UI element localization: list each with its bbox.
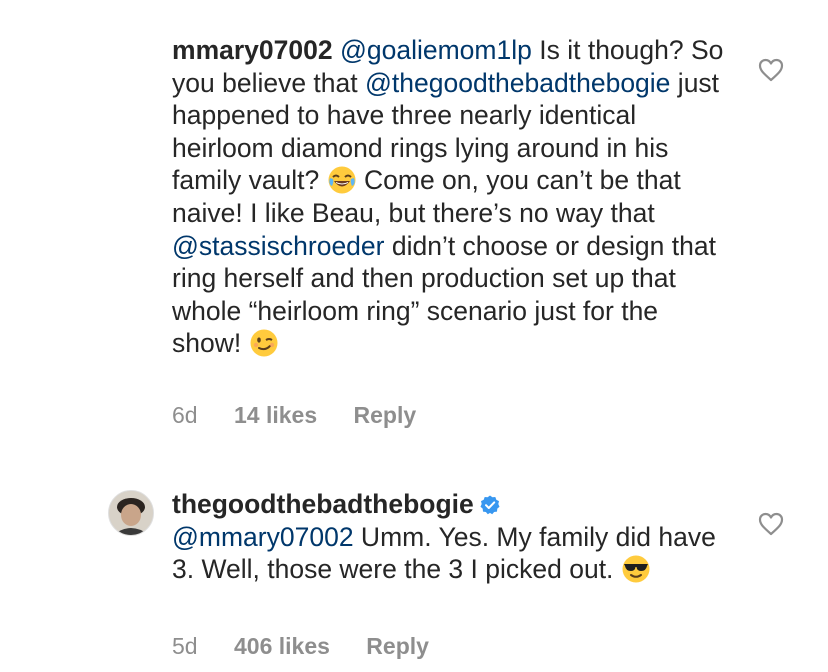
comment-meta: 5d 406 likes Reply: [172, 633, 459, 660]
comment-likes[interactable]: 14 likes: [234, 402, 317, 429]
comment-text: thegoodthebadthebogie @mmary07002 Umm. Y…: [172, 488, 732, 586]
reply-button[interactable]: Reply: [354, 402, 417, 429]
smiling-face-with-sunglasses-icon: [622, 555, 650, 583]
comment-meta: 6d 14 likes Reply: [172, 402, 446, 429]
reply-button[interactable]: Reply: [366, 633, 429, 660]
avatar[interactable]: [108, 490, 154, 536]
comment-username[interactable]: mmary07002: [172, 35, 333, 65]
heart-icon[interactable]: [758, 512, 784, 536]
comment-username[interactable]: thegoodthebadthebogie: [172, 489, 474, 519]
comment-time[interactable]: 6d: [172, 402, 198, 429]
mention-link[interactable]: @goaliemom1lp: [340, 35, 532, 65]
face-with-tears-of-joy-icon: [328, 166, 356, 194]
comment-time[interactable]: 5d: [172, 633, 198, 660]
mention-link[interactable]: @thegoodthebadthebogie: [365, 68, 670, 98]
verified-badge-icon: [480, 495, 500, 515]
mention-link[interactable]: @mmary07002: [172, 522, 354, 552]
comment-text: mmary07002 @goaliemom1lp Is it though? S…: [172, 34, 732, 360]
avatar-image: [109, 491, 153, 535]
heart-icon[interactable]: [758, 58, 784, 82]
mention-link[interactable]: @stassischroeder: [172, 231, 384, 261]
winking-face-icon: [250, 329, 278, 357]
comment-likes[interactable]: 406 likes: [234, 633, 330, 660]
